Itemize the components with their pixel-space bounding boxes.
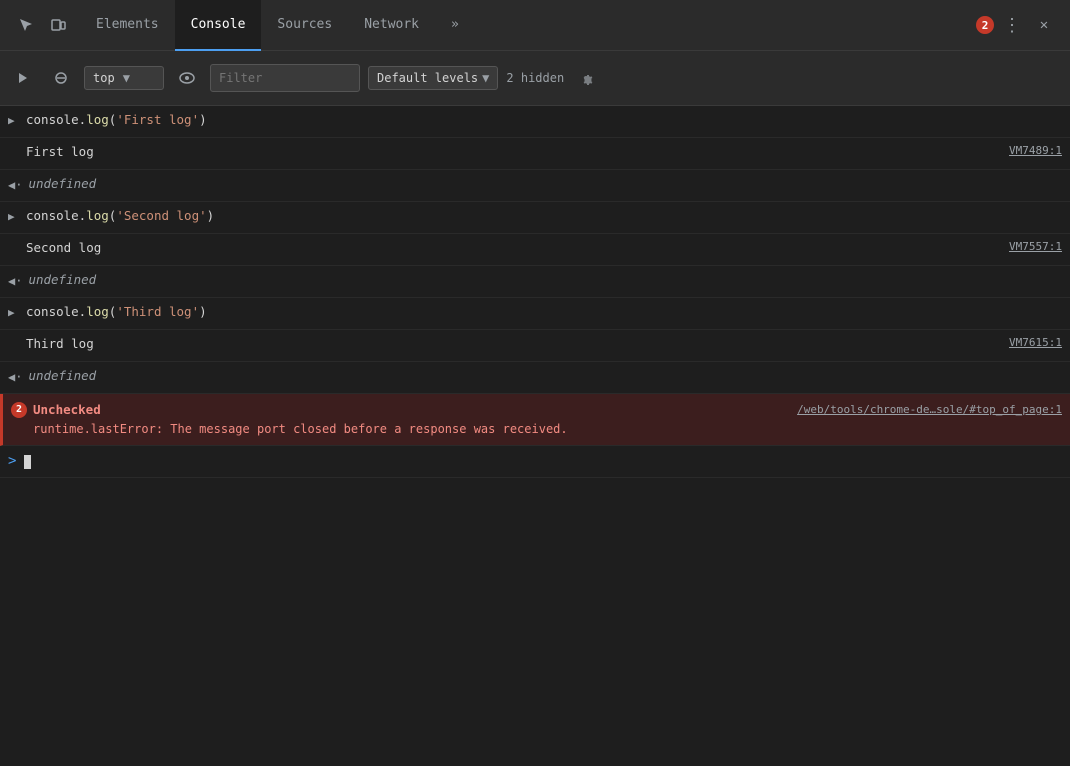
settings-icon[interactable]: [572, 64, 600, 92]
more-options-icon[interactable]: ⋮: [998, 11, 1026, 39]
code-string-1: 'First log': [116, 110, 199, 130]
code-close-2: ): [207, 206, 215, 226]
output-text-1: First log: [26, 142, 94, 162]
code-fn-2: log: [86, 206, 109, 226]
levels-label: Default levels: [377, 71, 478, 85]
expand-chevron-3[interactable]: ▶: [8, 304, 20, 322]
error-count-circle: 2: [976, 16, 994, 34]
console-input-row-3: ▶ console.log('Third log'): [0, 298, 1070, 330]
spacer-3: ▶: [8, 336, 20, 354]
error-details: runtime.lastError: The message port clos…: [11, 420, 568, 439]
levels-button[interactable]: Default levels ▼: [368, 66, 498, 90]
spacer-2: ▶: [8, 240, 20, 258]
error-message: runtime.lastError: The message port clos…: [33, 422, 568, 436]
tab-network[interactable]: Network: [348, 0, 435, 51]
context-chevron-icon: ▼: [123, 71, 130, 85]
code-fn-3: log: [86, 302, 109, 322]
console-output-row-2: ▶ Second log VM7557:1: [0, 234, 1070, 266]
close-icon[interactable]: ✕: [1030, 11, 1058, 39]
code-prefix-3: console.: [26, 302, 86, 322]
cursor-icon[interactable]: [12, 11, 40, 39]
undefined-text-2: undefined: [28, 270, 96, 290]
spacer-1: ▶: [8, 144, 20, 162]
tab-bar: Elements Console Sources Network » 2 ⋮ ✕: [0, 0, 1070, 51]
error-title: Unchecked: [33, 400, 101, 420]
output-content-2: Second log: [26, 238, 993, 258]
prompt-cursor: [24, 455, 31, 469]
tab-sources[interactable]: Sources: [261, 0, 348, 51]
output-text-2: Second log: [26, 238, 101, 258]
execute-button[interactable]: [8, 63, 38, 93]
console-prompt-row[interactable]: >: [0, 446, 1070, 478]
tab-console[interactable]: Console: [175, 0, 262, 51]
row-content-1: console.log('First log'): [26, 110, 1062, 130]
return-arrow-2: ◀·: [8, 272, 22, 291]
tab-bar-right: 2 ⋮ ✕: [976, 11, 1066, 39]
output-content-1: First log: [26, 142, 993, 162]
return-arrow-3: ◀·: [8, 368, 22, 387]
levels-chevron-icon: ▼: [482, 71, 489, 85]
row-content-3: console.log('Third log'): [26, 302, 1062, 322]
context-selector[interactable]: top ▼: [84, 66, 164, 90]
error-badge[interactable]: 2: [976, 16, 994, 34]
undefined-text-3: undefined: [28, 366, 96, 386]
tab-more[interactable]: »: [435, 0, 475, 51]
code-paren-1: (: [109, 110, 117, 130]
prompt-arrow-icon: >: [8, 450, 16, 472]
hidden-count: 2 hidden: [506, 71, 564, 85]
error-link[interactable]: /web/tools/chrome-de…sole/#top_of_page:1: [797, 401, 1062, 419]
console-output-row-1: ▶ First log VM7489:1: [0, 138, 1070, 170]
code-close-3: ): [199, 302, 207, 322]
console-toolbar: top ▼ Default levels ▼ 2 hidden: [0, 51, 1070, 106]
filter-input[interactable]: [210, 64, 360, 92]
undefined-text-1: undefined: [28, 174, 96, 194]
vm-link-1[interactable]: VM7489:1: [993, 142, 1062, 160]
code-string-3: 'Third log': [116, 302, 199, 322]
code-close-1: ): [199, 110, 207, 130]
console-undefined-row-2: ◀· undefined: [0, 266, 1070, 298]
tab-elements[interactable]: Elements: [80, 0, 175, 51]
tab-bar-left-icons: [4, 11, 80, 39]
context-value: top: [93, 71, 115, 85]
device-icon[interactable]: [44, 11, 72, 39]
console-input-row-1: ▶ console.log('First log'): [0, 106, 1070, 138]
expand-chevron-2[interactable]: ▶: [8, 208, 20, 226]
vm-link-3[interactable]: VM7615:1: [993, 334, 1062, 352]
vm-link-2[interactable]: VM7557:1: [993, 238, 1062, 256]
output-text-3: Third log: [26, 334, 94, 354]
console-output-row-3: ▶ Third log VM7615:1: [0, 330, 1070, 362]
clear-console-button[interactable]: [46, 63, 76, 93]
output-content-3: Third log: [26, 334, 993, 354]
error-header: 2 Unchecked /web/tools/chrome-de…sole/#t…: [11, 400, 1062, 420]
console-output: ▶ console.log('First log') ▶ First log V…: [0, 106, 1070, 766]
return-arrow-1: ◀·: [8, 176, 22, 195]
eye-icon[interactable]: [172, 63, 202, 93]
code-paren-2: (: [109, 206, 117, 226]
code-paren-3: (: [109, 302, 117, 322]
expand-chevron-1[interactable]: ▶: [8, 112, 20, 130]
console-undefined-row-1: ◀· undefined: [0, 170, 1070, 202]
console-input-row-2: ▶ console.log('Second log'): [0, 202, 1070, 234]
code-string-2: 'Second log': [116, 206, 206, 226]
code-fn-1: log: [86, 110, 109, 130]
error-badge-inline: 2: [11, 402, 27, 418]
row-content-2: console.log('Second log'): [26, 206, 1062, 226]
code-prefix-2: console.: [26, 206, 86, 226]
console-error-row: 2 Unchecked /web/tools/chrome-de…sole/#t…: [0, 394, 1070, 446]
console-undefined-row-3: ◀· undefined: [0, 362, 1070, 394]
code-prefix-1: console.: [26, 110, 86, 130]
